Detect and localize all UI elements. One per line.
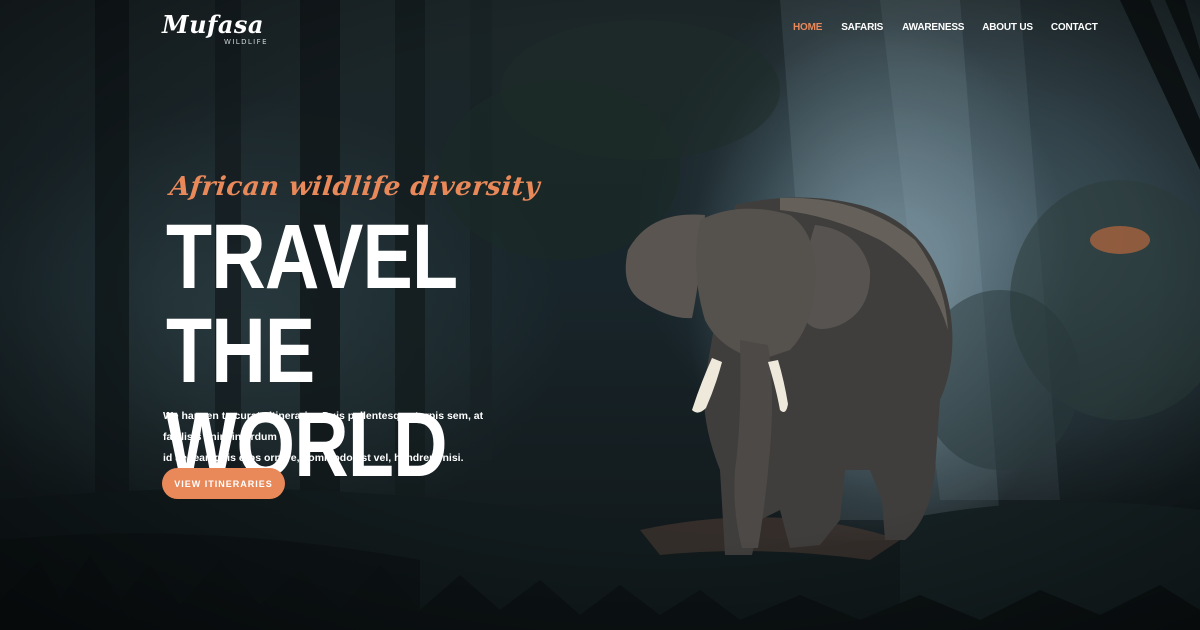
brand-logo[interactable]: Mufasa WILDLIFE bbox=[160, 8, 270, 48]
nav-item-home[interactable]: HOME bbox=[793, 22, 822, 36]
nav-item-safaris[interactable]: SAFARIS bbox=[841, 22, 883, 36]
nav-item-contact[interactable]: CONTACT bbox=[1051, 22, 1098, 36]
hero-description-line-2: id aenean quis eros ornare, commodo est … bbox=[163, 452, 464, 464]
main-nav: HOME SAFARIS AWARENESS ABOUT US CONTACT bbox=[793, 22, 1098, 36]
view-itineraries-button[interactable]: VIEW ITINERARIES bbox=[162, 468, 285, 499]
logo-subtitle: WILDLIFE bbox=[224, 38, 268, 46]
logo-wordmark: Mufasa bbox=[162, 10, 264, 39]
hero-description: We happen to curate itineraries Duis pel… bbox=[163, 406, 523, 469]
hero-tagline: African wildlife diversity bbox=[168, 172, 542, 202]
hero-description-line-1: We happen to curate itineraries Duis pel… bbox=[163, 410, 484, 443]
nav-item-awareness[interactable]: AWARENESS bbox=[902, 22, 964, 36]
nav-item-about-us[interactable]: ABOUT US bbox=[982, 22, 1033, 36]
hero-section: Mufasa WILDLIFE HOME SAFARIS AWARENESS A… bbox=[0, 0, 1200, 630]
hero-headline-line-1: TRAVEL THE bbox=[166, 206, 457, 402]
